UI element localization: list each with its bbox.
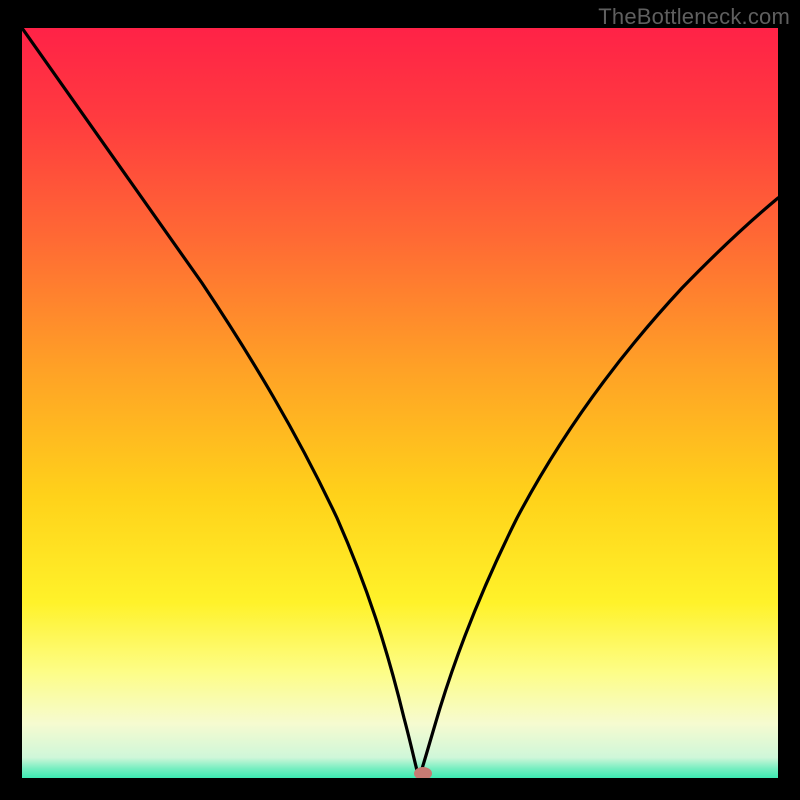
plot-area [22,28,778,778]
chart-frame: TheBottleneck.com [0,0,800,800]
curve-path [22,28,778,778]
watermark-text: TheBottleneck.com [598,4,790,30]
optimum-marker [414,767,432,778]
bottleneck-curve [22,28,778,778]
